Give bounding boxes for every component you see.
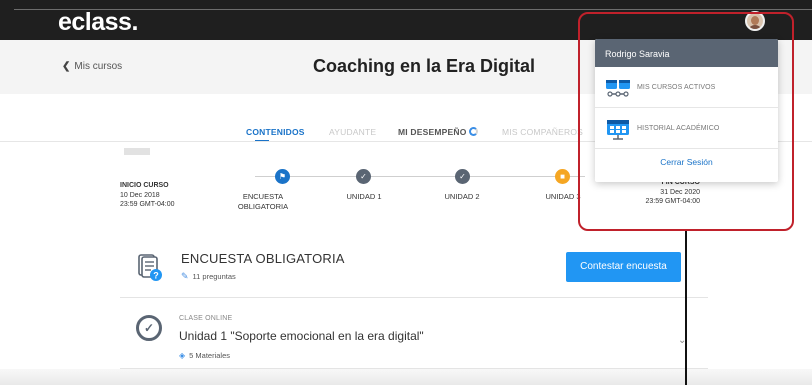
lock-icon: ■ [560, 172, 565, 181]
highlight-annotation-box [578, 12, 794, 231]
course-start-time: 23:59 GMT-04:00 [120, 201, 175, 208]
survey-row: ? ENCUESTA OBLIGATORIA ✎ 11 preguntas Co… [120, 240, 708, 298]
tab-contenidos[interactable]: CONTENIDOS [246, 127, 305, 137]
survey-doc-icon: ? [138, 254, 162, 281]
back-link-label: Mis cursos [74, 61, 123, 72]
tab-mi-desempeno[interactable]: MI DESEMPEÑO [398, 127, 478, 137]
annotation-pointer-line [685, 231, 687, 385]
survey-questions: ✎ 11 preguntas [181, 271, 236, 282]
course-start-date: 10 Dec 2018 [120, 191, 160, 199]
timeline-step-survey[interactable]: ⚑ [275, 169, 290, 184]
class-materials: ◈ 5 Materiales [179, 351, 230, 360]
tab-ayudante[interactable]: AYUDANTE [329, 127, 376, 137]
timeline-step-unidad-2[interactable]: ✓ [455, 169, 470, 184]
timeline-step-unidad-1-label: UNIDAD 1 [346, 192, 382, 201]
answer-survey-button[interactable]: Contestar encuesta [566, 252, 681, 282]
course-start-title: INICIO CURSO [120, 182, 169, 189]
svg-text:?: ? [153, 271, 159, 281]
logo-dot: . [131, 8, 138, 36]
bottom-fade [0, 369, 812, 385]
course-start: INICIO CURSO 10 Dec 2018 23:59 GMT-04:00 [120, 181, 174, 210]
survey-title: ENCUESTA OBLIGATORIA [181, 251, 345, 266]
timeline-step-unidad-3[interactable]: ■ [555, 169, 570, 184]
pencil-icon: ✎ [181, 271, 189, 281]
check-circle-icon: ✓ [136, 315, 162, 341]
timeline-step-survey-line2: OBLIGATORIA [237, 202, 289, 211]
layers-icon: ◈ [179, 351, 186, 360]
class-materials-count: 5 Materiales [189, 351, 231, 360]
class-title: Unidad 1 "Soporte emocional en la era di… [179, 329, 424, 343]
timeline-step-survey-line1: ENCUESTA [242, 192, 284, 201]
class-kicker: CLASE ONLINE [179, 315, 233, 322]
timeline-step-unidad-2-label: UNIDAD 2 [444, 192, 480, 201]
course-title: Coaching en la Era Digital [313, 56, 536, 76]
timeline-step-unidad-1[interactable]: ✓ [356, 169, 371, 184]
survey-questions-count: 11 preguntas [192, 272, 236, 281]
check-icon: ✓ [360, 172, 367, 181]
chevron-left-icon: ❮ [62, 61, 71, 72]
page: eclass. ❮ Mis cursos Coaching en la Era … [0, 0, 812, 385]
timeline-stub [124, 148, 150, 155]
eclass-logo[interactable]: eclass. [58, 8, 138, 36]
class-row[interactable]: ✓ CLASE ONLINE Unidad 1 "Soporte emocion… [120, 299, 708, 369]
timeline-line [255, 176, 585, 177]
check-icon: ✓ [459, 172, 466, 181]
tab-mis-companeros[interactable]: MIS COMPAÑEROS [502, 127, 583, 137]
timeline-step-survey-label: ENCUESTA OBLIGATORIA [236, 192, 290, 212]
tab-mi-desempeno-label: MI DESEMPEÑO [398, 127, 467, 137]
back-to-courses-link[interactable]: ❮ Mis cursos [62, 61, 122, 72]
flag-icon: ⚑ [278, 172, 287, 181]
progress-ring-icon [468, 127, 478, 136]
logo-text: eclass [58, 8, 132, 36]
